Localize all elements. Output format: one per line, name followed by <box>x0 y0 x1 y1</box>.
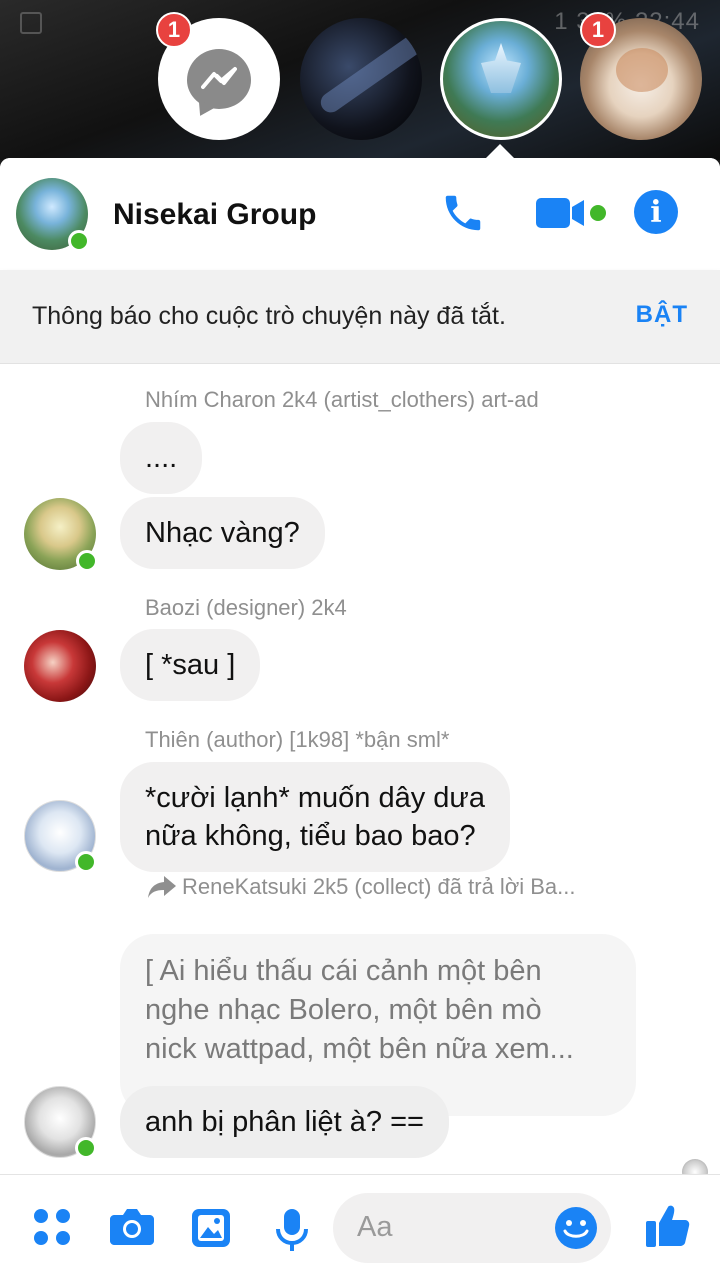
message-input-placeholder: Aa <box>357 1211 393 1243</box>
unread-badge: 1 <box>156 12 192 48</box>
message-bubble[interactable]: Nhạc vàng? <box>120 497 325 569</box>
messenger-icon <box>187 49 251 109</box>
call-button[interactable] <box>440 190 486 241</box>
avatar[interactable] <box>24 1086 97 1159</box>
sender-name: Nhím Charon 2k4 (artist_clothers) art-ad <box>145 387 539 412</box>
message-input[interactable]: Aa <box>333 1193 611 1263</box>
muted-notice-text: Thông báo cho cuộc trò chuyện này đã tắt… <box>32 302 506 330</box>
avatar[interactable] <box>24 630 96 702</box>
chat-header: Nisekai Group i <box>0 158 720 270</box>
home-wallpaper: 1 34% 22:44 1 1 <box>0 0 720 160</box>
message-line: *cười lạnh* muốn dây dưa <box>145 782 485 814</box>
message-bubble[interactable]: *cười lạnh* muốn dây dưa nữa không, tiểu… <box>120 762 510 872</box>
microphone-icon <box>276 1209 308 1251</box>
info-button[interactable]: i <box>634 190 678 234</box>
muted-notice-bar: Thông báo cho cuộc trò chuyện này đã tắt… <box>0 270 720 364</box>
voice-button[interactable] <box>274 1207 310 1258</box>
online-indicator <box>76 550 98 572</box>
quoted-line: nghe nhạc Bolero, một bên mò <box>145 994 542 1026</box>
smiley-icon <box>555 1207 597 1249</box>
info-icon: i <box>634 190 678 234</box>
video-camera-icon <box>536 198 606 228</box>
online-indicator <box>68 230 90 252</box>
message-bubble[interactable]: anh bị phân liệt à? == <box>120 1086 449 1158</box>
reply-arrow-icon <box>148 876 176 898</box>
chat-head-nisekai-group[interactable] <box>440 18 562 140</box>
phone-icon <box>445 195 481 231</box>
gallery-button[interactable] <box>190 1207 232 1254</box>
emoji-button[interactable] <box>553 1205 599 1256</box>
thumbs-up-icon <box>646 1205 690 1247</box>
gallery-status-icon <box>20 12 42 34</box>
composer-bar: Aa <box>0 1174 720 1280</box>
camera-button[interactable] <box>108 1207 156 1252</box>
chat-head-dark[interactable] <box>300 18 422 140</box>
turn-on-button[interactable]: BẬT <box>636 301 688 329</box>
sender-name: Baozi (designer) 2k4 <box>145 595 347 620</box>
message-bubble[interactable]: .... <box>120 422 203 494</box>
message-line: nữa không, tiểu bao bao? <box>145 820 476 852</box>
panel-pointer <box>484 144 516 160</box>
apps-button[interactable] <box>32 1207 72 1252</box>
quoted-line: nick wattpad, một bên nữa xem... <box>145 1033 574 1065</box>
online-indicator <box>75 851 97 873</box>
avatar[interactable] <box>24 498 98 572</box>
like-button[interactable] <box>644 1201 692 1254</box>
group-avatar[interactable] <box>16 178 90 252</box>
message-list[interactable]: Nhím Charon 2k4 (artist_clothers) art-ad… <box>0 364 720 1185</box>
avatar[interactable] <box>24 800 97 873</box>
sender-name: Thiên (author) [1k98] *bận sml* <box>145 727 450 752</box>
online-indicator <box>75 1137 97 1159</box>
chat-title[interactable]: Nisekai Group <box>113 198 316 232</box>
video-call-button[interactable] <box>534 190 610 241</box>
camera-icon <box>110 1209 154 1245</box>
message-bubble[interactable]: [ *sau ] <box>120 629 261 701</box>
reply-label: ReneKatsuki 2k5 (collect) đã trả lời Ba.… <box>182 874 576 899</box>
chat-panel: Nisekai Group i Thông báo cho cuộc trò c… <box>0 158 720 1280</box>
unread-badge: 1 <box>580 12 616 48</box>
image-icon <box>192 1209 230 1247</box>
quoted-line: [ Ai hiểu thấu cái cảnh một bên <box>145 955 542 987</box>
grid-dots-icon <box>34 1209 70 1245</box>
reply-indicator: ReneKatsuki 2k5 (collect) đã trả lời Ba.… <box>148 874 576 900</box>
